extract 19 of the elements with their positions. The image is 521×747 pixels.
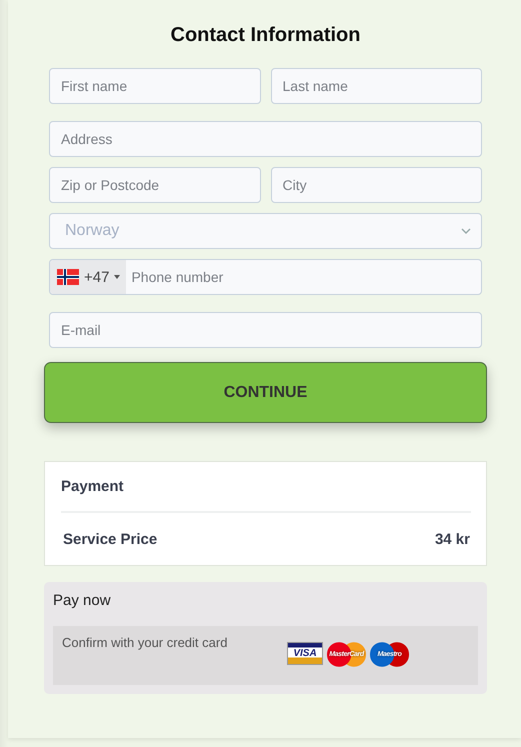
flag-icon [57, 269, 79, 285]
address-field[interactable]: Address [49, 121, 482, 157]
service-price-label: Service Price [63, 531, 158, 548]
city-field[interactable]: City [270, 167, 482, 203]
country-code-dropdown[interactable]: +47 [50, 260, 126, 294]
first-name-field[interactable]: First name [49, 68, 260, 104]
credit-card-note: Confirm with your credit card [62, 635, 228, 650]
phone-field[interactable]: +47 Phone number [49, 259, 482, 295]
pay-now-title: Pay now [53, 592, 112, 609]
service-price-value: 34 kr [434, 531, 470, 548]
visa-logo: VISA [287, 642, 323, 665]
last-name-field[interactable]: Last name [270, 68, 482, 104]
zip-field[interactable]: Zip or Postcode [49, 167, 260, 203]
form-title: Contact Information [170, 24, 362, 47]
continue-button[interactable]: CONTINUE [44, 362, 487, 423]
chevron-icon [461, 228, 471, 234]
payment-title: Payment [61, 478, 471, 513]
caret-icon [114, 275, 120, 279]
email-field[interactable]: E-mail [49, 312, 482, 348]
